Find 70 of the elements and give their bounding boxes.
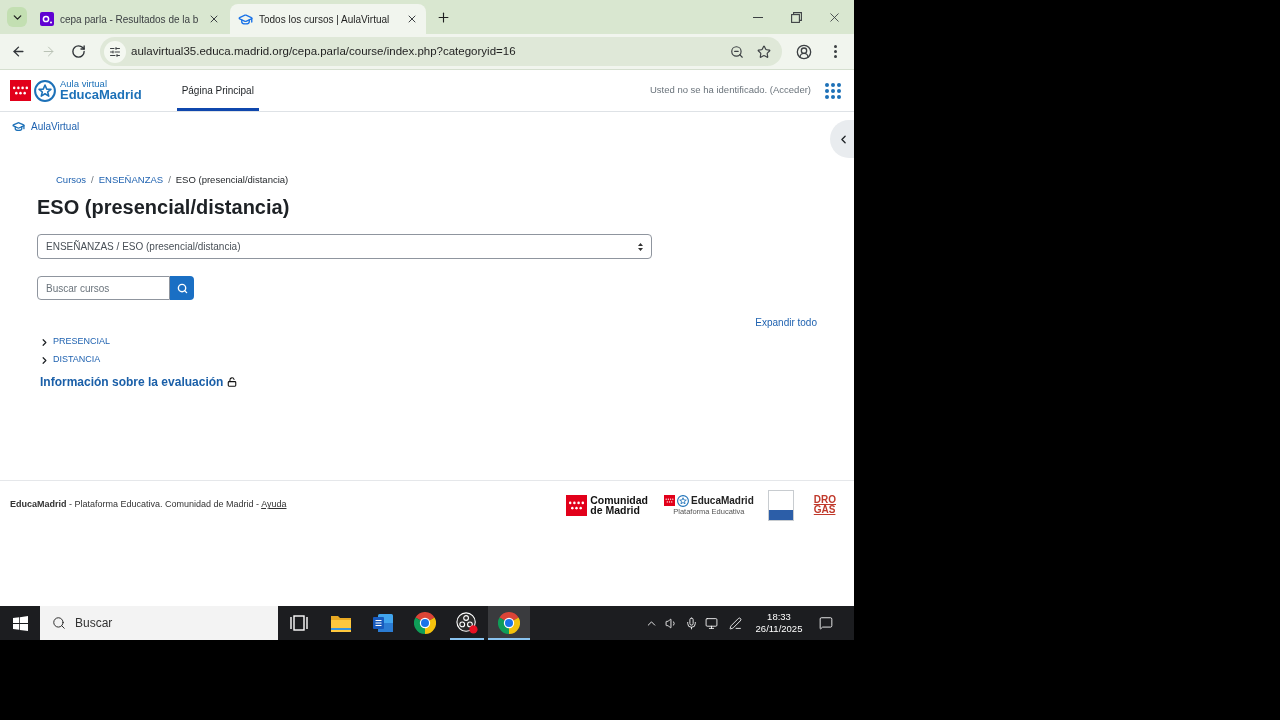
page-title: ESO (presencial/distancia) [37,195,291,220]
close-icon[interactable] [208,13,220,25]
message-icon [819,616,833,630]
favicon-icon [40,12,54,26]
help-link[interactable]: Ayuda [261,499,287,510]
address-bar[interactable]: aulavirtual35.educa.madrid.org/cepa.parla/course/index.php?categoryid=16 [100,37,782,66]
logo-text: DRO GAS [813,495,836,515]
clock[interactable]: 18:33 26/11/2025 [754,606,804,640]
browser-tab[interactable]: cepa parla - Resultados de la b [34,4,228,34]
minimize-icon [753,16,763,18]
site-info-button[interactable] [104,40,126,63]
search-icon [176,282,188,294]
restore-icon [790,11,802,23]
search-field[interactable]: Buscar cursos [37,276,170,300]
site-link[interactable]: AulaVirtual [31,118,80,134]
star-icon [757,44,771,59]
chrome-icon [414,612,436,634]
windows-logo-icon [12,615,28,631]
menu-icon [833,45,837,58]
logo-text: Comunidad de Madrid [590,494,648,516]
microphone-icon [684,616,698,630]
flag-icon [10,80,31,101]
taskbar-search-field[interactable]: Buscar [75,614,278,632]
category-select[interactable]: ENSEÑANZAS / ESO (presencial/distancia) [37,234,652,259]
star-circle-icon [676,494,689,507]
course-link[interactable]: Información sobre la evaluación [40,373,224,391]
badge-image [767,489,794,521]
flag-icon [566,494,588,516]
speaker-icon [664,616,678,630]
nav-link[interactable]: Página Principal [176,70,259,111]
logo-text: EducaMadrid [690,494,754,507]
pen-icon [728,616,742,630]
document-icon [373,614,393,632]
tab-search-button[interactable] [7,7,27,27]
login-link[interactable]: (Acceder) [769,84,811,96]
flag-icon [663,495,675,506]
record-app-icon [456,612,478,634]
url-field[interactable]: aulavirtual35.educa.madrid.org/cepa.parla/course/index.php?categoryid=16 [131,42,725,61]
breadcrumb-current: ESO (presencial/distancia) [175,172,289,187]
expand-all-link[interactable]: Expandir todo [755,316,817,330]
profile-icon [796,43,812,60]
logo-wordmark: EducaMadrid [60,88,142,102]
tune-icon [109,45,121,58]
taskbar-search-box[interactable]: Buscar [40,606,278,640]
monitor-icon [704,616,718,630]
breadcrumb-separator: / [168,172,171,187]
breadcrumb-separator: / [91,172,94,187]
category-link[interactable]: PRESENCIAL [53,335,111,349]
footer-text: EducaMadrid - Plataforma Educativa. Comunidad de Madrid - Ayuda [10,498,287,512]
chrome-icon [498,612,520,634]
apps-grid-icon[interactable] [825,82,841,99]
updown-arrows-icon [638,242,643,251]
zoom-out-icon [730,44,744,59]
drawer-toggle-button[interactable] [830,120,854,158]
folder-icon [331,614,351,632]
star-circle-icon [34,79,56,102]
taskbar-app-button[interactable] [488,606,530,640]
login-status: Usted no se ha identificado. (Acceder) [649,83,811,98]
graduation-cap-icon [12,119,25,133]
graduation-cap-icon [238,11,253,27]
browser-tab[interactable]: Todos los cursos | AulaVirtual [230,4,426,34]
task-view-icon [290,615,308,631]
logo-caption: Aula virtual [60,79,108,88]
search-icon [52,616,66,630]
category-link[interactable]: DISTANCIA [53,353,101,367]
search-button[interactable] [170,276,194,300]
close-icon[interactable] [406,13,418,25]
plus-icon [435,9,451,25]
breadcrumb-link[interactable]: ENSEÑANZAS [98,172,164,188]
breadcrumb-link[interactable]: Cursos [56,172,87,188]
